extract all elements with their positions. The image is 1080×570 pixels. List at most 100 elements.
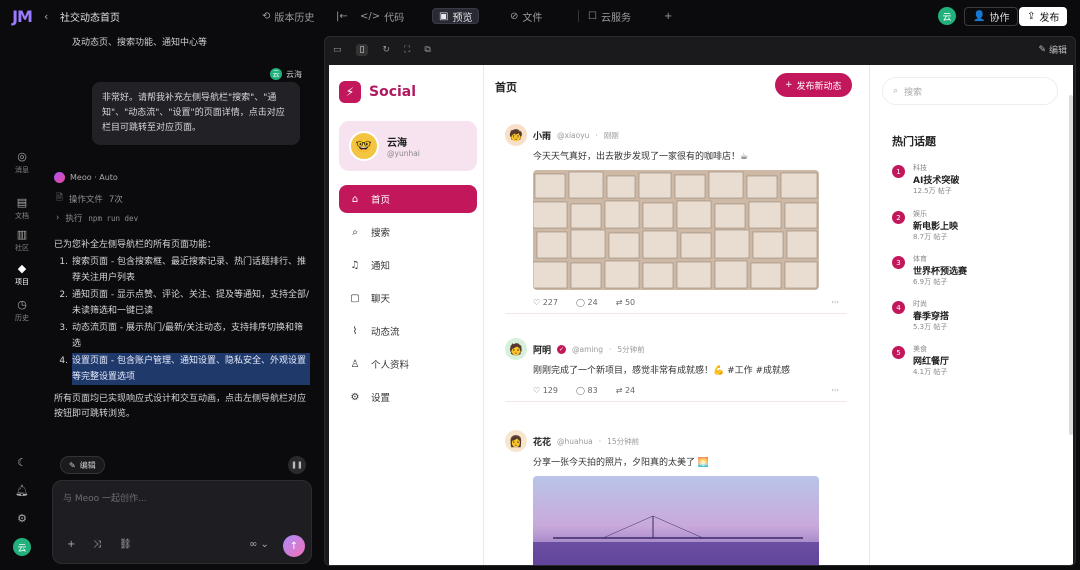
nav-item-chat[interactable]: ▢ 聊天 [339, 284, 477, 312]
tab-cloud[interactable]: ☐ 云服务 [588, 8, 631, 24]
heart-icon: ♡ [533, 298, 541, 307]
rail-item-projects[interactable]: ◆ 项目 [0, 262, 44, 287]
rail-item-history[interactable]: ◷ 历史 [0, 298, 44, 323]
gear-icon: ⚙ [17, 512, 27, 525]
shuffle-icon: ⤨ [93, 539, 101, 550]
trend-item[interactable]: 1 科技 AI技术突破 12.5万 帖子 [892, 163, 1052, 196]
nav-item-notifications[interactable]: ♫ 通知 [339, 251, 477, 279]
list-item: 2. 通知页面 - 显示点赞、评论、关注、提及等通知，支持全部/未读筛选和一键已读 [59, 290, 310, 316]
like-button[interactable]: ♡ 227 [533, 298, 558, 307]
more-options-button[interactable]: ··· [831, 298, 839, 307]
post-image[interactable] [533, 476, 819, 565]
chat-panel: 及动态页、搜索功能、通知中心等 云 云海 非常好。请帮我补充左侧导航栏"搜索"、… [44, 32, 320, 570]
add-tab-button[interactable]: + [664, 8, 672, 24]
preview-edit-button[interactable]: ✎ 编辑 [1038, 43, 1067, 57]
rail-item-community[interactable]: ▥ 社区 [0, 228, 44, 253]
books-photo-image [533, 170, 819, 290]
group-icon: ▥ [16, 228, 28, 241]
scrollbar[interactable] [1069, 95, 1073, 435]
rail-item-docs[interactable]: ▤ 文档 [0, 196, 44, 221]
nav-item-search[interactable]: ⌕ 搜索 [339, 218, 477, 246]
profile-card[interactable]: 🤓 云海 @yunhai [339, 121, 477, 171]
comment-icon: ◯ [576, 386, 585, 395]
nav-item-feed[interactable]: ⌇ 动态流 [339, 317, 477, 345]
left-rail: ◎ 消息 ▤ 文档 ▥ 社区 ◆ 项目 ◷ 历史 ☾ 🔔︎ ⚙ 云 [0, 32, 44, 570]
nav-item-home[interactable]: ⌂ 首页 [339, 185, 477, 213]
post-image[interactable] [533, 170, 819, 290]
trend-item[interactable]: 5 美食 网红餐厅 4.1万 帖子 [892, 344, 1052, 377]
theme-toggle[interactable]: ☾ [0, 456, 44, 469]
bell-icon: ♫ [350, 259, 360, 271]
collab-button[interactable]: 👤 协作 [964, 7, 1019, 26]
link-icon: ⛓ [119, 539, 132, 550]
edit-chip-button[interactable]: ✎ 编辑 [60, 456, 105, 474]
add-attachment-button[interactable]: + [67, 539, 75, 550]
send-button[interactable]: ↑ [283, 535, 305, 557]
desktop-view-button[interactable]: ▭ [333, 45, 342, 55]
notification-bell[interactable]: 🔔︎ [0, 484, 44, 497]
rail-item-messages[interactable]: ◎ 消息 [0, 150, 44, 175]
chat-previous-text: 及动态页、搜索功能、通知中心等 [72, 38, 208, 48]
refresh-button[interactable]: ↻ [382, 45, 390, 55]
page-title: 首页 [495, 81, 517, 94]
comment-button[interactable]: ◯ 24 [576, 298, 598, 307]
plus-icon: + [67, 539, 76, 550]
settings-button[interactable]: ⚙ [0, 512, 44, 525]
open-external-button[interactable]: ⧉ [424, 45, 430, 55]
comment-button[interactable]: ◯ 83 [576, 386, 598, 395]
person-icon: 👤 [973, 11, 986, 22]
post-card[interactable]: 👩 花花 @huahua · 15分钟前 分享一张今天拍的照片，夕阳真的太美了 … [505, 429, 847, 565]
trend-item[interactable]: 2 娱乐 新电影上映 8.7万 帖子 [892, 209, 1052, 242]
nav-item-settings[interactable]: ⚙ 设置 [339, 383, 477, 411]
home-icon: ⌂ [351, 193, 359, 205]
exec-command-row[interactable]: › 执行 npm run dev [56, 212, 138, 224]
publish-button[interactable]: ⇪ 发布 [1019, 7, 1068, 26]
search-icon: ⌕ [352, 226, 358, 238]
mode-selector[interactable]: ∞ ⌄ [249, 539, 269, 550]
divider [578, 10, 579, 22]
mobile-view-button[interactable]: ▯ [355, 44, 369, 56]
file-ops-summary[interactable]: 🗎 操作文件 7次 [56, 192, 123, 206]
post-card[interactable]: 🧑 阿明 ✓ @aming · 5分钟前 刚刚完成了一个新项目，感觉非常有成就感… [505, 337, 847, 402]
cloud-icon: ☐ [588, 10, 597, 22]
version-history-button[interactable]: ⟲ 版本历史 [262, 8, 314, 24]
share-button[interactable]: ⇄ 24 [616, 386, 635, 395]
search-input[interactable]: ⌕ 搜索 [882, 77, 1058, 105]
monitor-icon: ▭ [333, 45, 342, 55]
avatar[interactable]: 👩 [505, 430, 527, 452]
avatar[interactable]: 🧒 [505, 124, 527, 146]
fullscreen-button[interactable]: ⛶ [404, 45, 410, 55]
like-button[interactable]: ♡ 129 [533, 386, 558, 395]
chat-composer[interactable]: 与 Meoo 一起创作... + ⤨ ⛓ ∞ ⌄ ↑ [52, 480, 312, 564]
post-card[interactable]: 🧒 小雨 @xiaoyu · 刚刚 今天天气真好，出去散步发现了一家很有的咖啡店… [505, 123, 847, 314]
nav-item-profile[interactable]: ♙ 个人资料 [339, 350, 477, 378]
new-post-button[interactable]: + 发布新动态 [775, 73, 852, 97]
link-button[interactable]: ⛓ [119, 539, 132, 550]
site-brand[interactable]: ⚡ Social [339, 81, 416, 103]
trend-item[interactable]: 3 体育 世界杯预选赛 6.9万 帖子 [892, 254, 1052, 287]
shuffle-button[interactable]: ⤨ [93, 539, 101, 550]
composer-placeholder[interactable]: 与 Meoo 一起创作... [63, 491, 147, 504]
tab-preview[interactable]: ▣ 预览 [432, 8, 480, 24]
collapse-panel-button[interactable]: |← [336, 8, 348, 24]
more-options-button[interactable]: ··· [831, 386, 839, 395]
file-icon: ▤ [16, 196, 28, 209]
tab-files[interactable]: ⊘ 文件 [510, 8, 542, 24]
more-icon: ··· [831, 386, 839, 395]
trend-item[interactable]: 4 时尚 春季穿搭 5.3万 帖子 [892, 299, 1052, 332]
tab-code[interactable]: </> 代码 [360, 8, 404, 24]
dot-separator: · [595, 130, 598, 140]
avatar[interactable]: 🧑 [505, 338, 527, 360]
share-button[interactable]: ⇄ 50 [616, 298, 635, 307]
profile-handle: @yunhai [387, 149, 420, 158]
user-avatar[interactable]: 云 [938, 7, 956, 25]
post-actions: ♡ 129 ◯ 83 ⇄ 24 ··· [533, 386, 847, 395]
verified-badge-icon: ✓ [557, 344, 567, 354]
phone-icon: ▯ [359, 45, 365, 55]
arrow-up-icon: ↑ [289, 540, 299, 552]
list-item: 4. 设置页面 - 包含账户管理、通知设置、隐私安全、外观设置等完整设置选项 [54, 353, 310, 385]
back-chevron-icon[interactable]: ‹ [44, 10, 56, 23]
pause-button[interactable]: ❚❚ [288, 456, 306, 474]
app-logo[interactable]: JM [0, 7, 44, 26]
account-avatar[interactable]: 云 [0, 538, 44, 556]
